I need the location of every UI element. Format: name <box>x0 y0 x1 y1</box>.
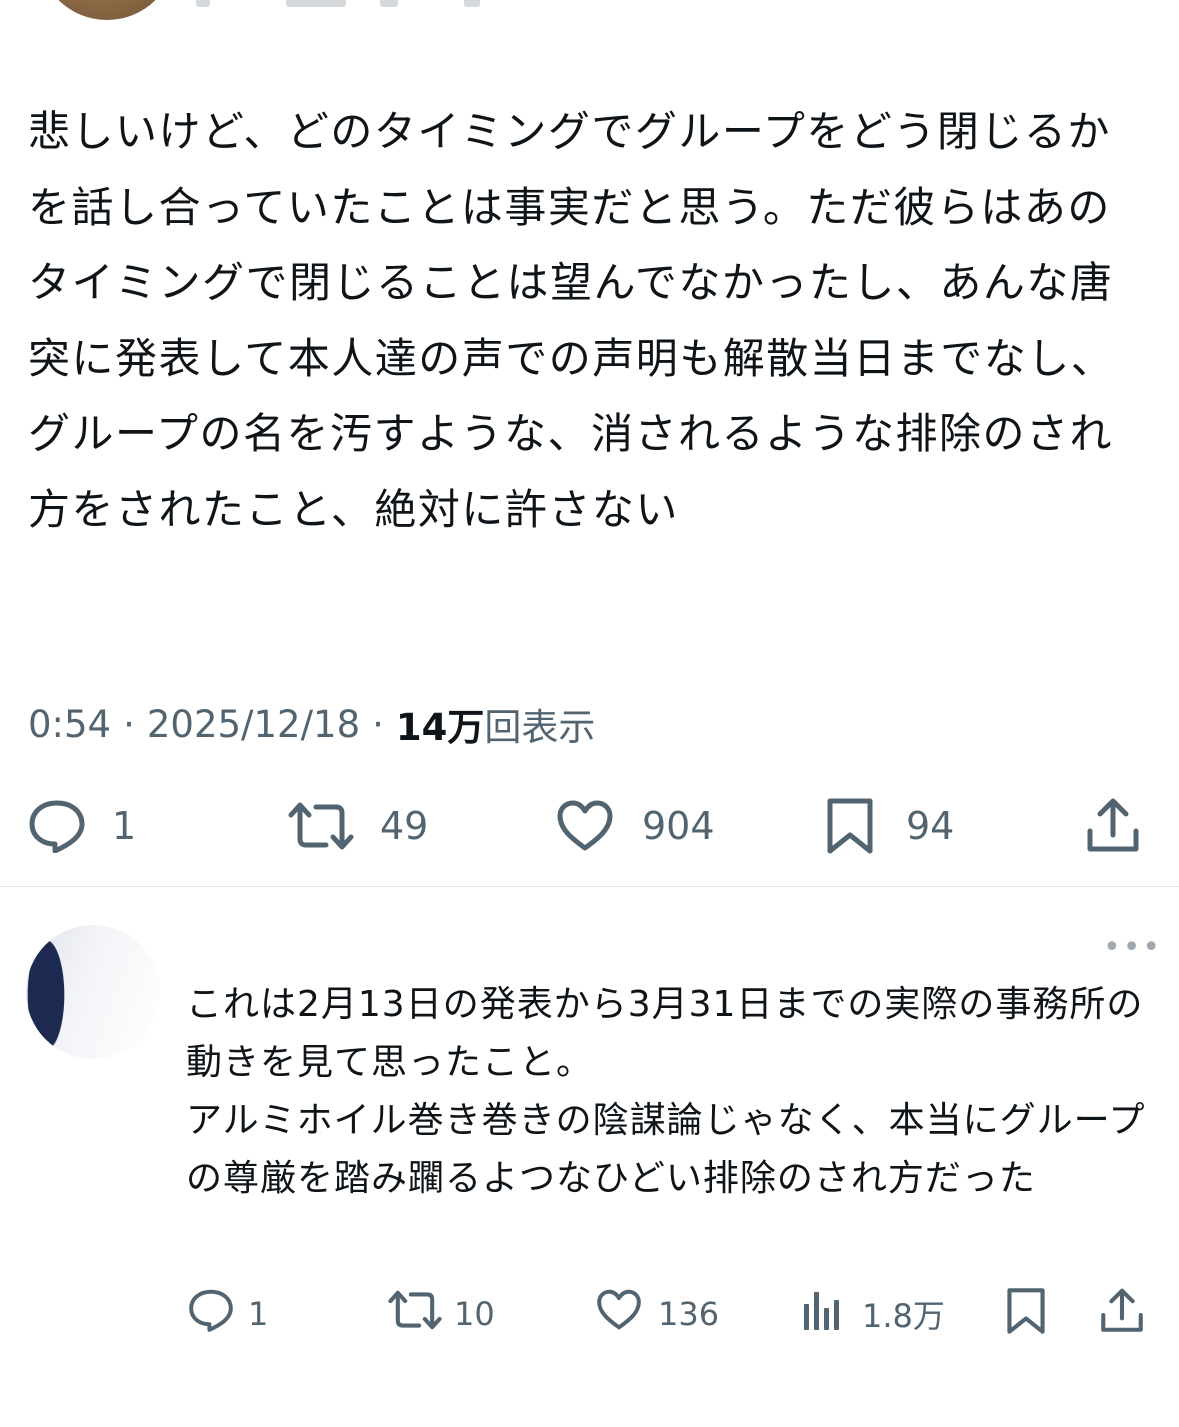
reply-tweet-text: これは2月13日の発表から3月31日までの実際の事務所の動きを見て思ったこと。 … <box>186 984 1146 1199</box>
display-name-fragment <box>464 0 480 7</box>
display-name-fragment <box>196 0 210 7</box>
bookmark-icon <box>1006 1287 1046 1343</box>
avatar[interactable] <box>38 0 176 20</box>
retweet-count: 10 <box>454 1295 495 1333</box>
reply-button[interactable]: 1 <box>188 1288 269 1340</box>
heart-icon <box>596 1289 642 1339</box>
bookmark-count: 94 <box>906 804 955 848</box>
display-name-fragment <box>286 0 346 7</box>
reply-icon <box>28 799 86 853</box>
retweet-icon <box>388 1289 442 1339</box>
views-button[interactable]: 1.8万 <box>802 1290 945 1338</box>
retweet-button[interactable]: 10 <box>388 1290 495 1338</box>
like-button[interactable]: 904 <box>556 798 715 854</box>
tweet-meta: 0:54 · 2025/12/18 · 14万 回表示 <box>28 697 596 751</box>
divider <box>0 886 1179 887</box>
separator: · <box>372 702 384 746</box>
views-label: 回表示 <box>484 706 596 749</box>
reply-avatar[interactable] <box>26 925 160 1059</box>
bookmark-button[interactable]: 94 <box>826 798 954 854</box>
share-button[interactable] <box>1100 1287 1144 1343</box>
share-button[interactable] <box>1086 796 1140 856</box>
reply-count: 1 <box>112 804 137 848</box>
retweet-button[interactable]: 49 <box>288 798 428 854</box>
like-button[interactable]: 136 <box>596 1289 720 1339</box>
more-dots-icon[interactable]: ••• <box>1103 930 1162 965</box>
share-icon <box>1086 797 1140 855</box>
share-icon <box>1100 1287 1144 1343</box>
tweet-date: 2025/12/18 <box>146 702 361 746</box>
tweet-text: 悲しいけど、どのタイミングでグループをどう閉じるかを話し合っていたことは事実だと… <box>28 107 1115 534</box>
tweet-time: 0:54 <box>28 702 112 746</box>
separator: · <box>123 702 135 746</box>
retweet-icon <box>288 801 354 851</box>
reply-icon <box>188 1288 234 1340</box>
retweet-count: 49 <box>380 804 429 848</box>
display-name-fragment <box>380 0 398 7</box>
reply-button[interactable]: 1 <box>28 798 136 854</box>
like-count: 904 <box>642 804 715 848</box>
bookmark-button[interactable] <box>1006 1287 1046 1343</box>
views-count: 1.8万 <box>862 1297 945 1335</box>
like-count: 136 <box>658 1295 720 1333</box>
heart-icon <box>556 800 614 852</box>
reply-count: 1 <box>248 1295 269 1333</box>
views-count[interactable]: 14万 <box>396 697 485 751</box>
bookmark-icon <box>826 797 874 855</box>
bar-chart-icon <box>802 1288 842 1340</box>
